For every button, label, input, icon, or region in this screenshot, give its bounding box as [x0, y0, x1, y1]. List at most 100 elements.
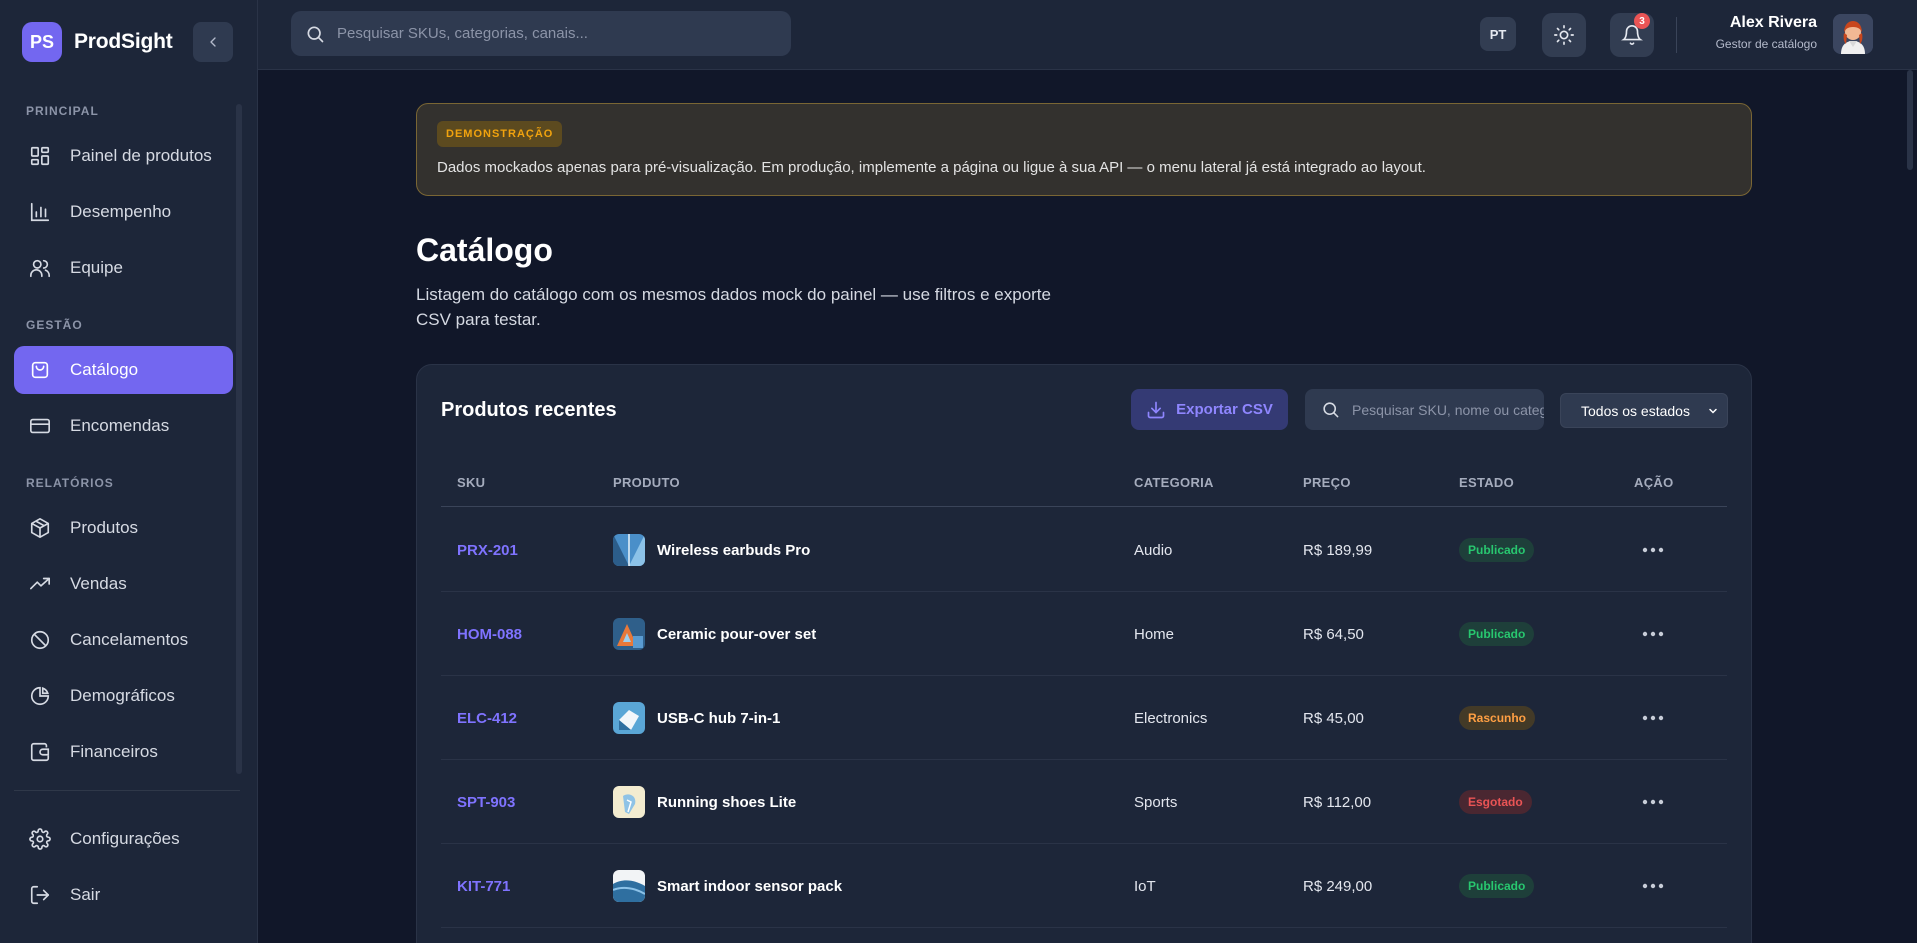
more-horizontal-icon — [1642, 799, 1664, 805]
row-actions-button[interactable] — [1642, 592, 1664, 676]
status-filter-value: Todos os estados — [1581, 402, 1690, 419]
price-cell: R$ 249,00 — [1303, 877, 1373, 895]
sidebar-scrollbar[interactable] — [236, 104, 242, 774]
status-badge: Publicado — [1459, 538, 1535, 562]
product-name: Running shoes Lite — [657, 793, 797, 811]
sidebar-item-configuracoes[interactable]: Configurações — [14, 815, 233, 863]
avatar[interactable] — [1833, 14, 1873, 54]
sidebar-item-cancelamentos[interactable]: Cancelamentos — [14, 616, 233, 664]
table-row[interactable]: KIT-771 Smart indoor sensor pack IoT R$ … — [441, 844, 1727, 928]
theme-toggle-button[interactable] — [1542, 13, 1586, 57]
row-actions-button[interactable] — [1642, 844, 1664, 928]
sku-link[interactable]: PRX-201 — [457, 542, 518, 559]
product-name: Ceramic pour-over set — [657, 625, 817, 643]
chevron-left-icon — [210, 37, 216, 47]
category-cell: Electronics — [1134, 709, 1208, 727]
card-title: Produtos recentes — [441, 399, 617, 421]
ban-icon — [28, 628, 52, 652]
sidebar-item-label: Equipe — [70, 258, 123, 277]
global-search[interactable] — [291, 11, 791, 56]
sidebar-item-label: Painel de produtos — [70, 146, 212, 165]
search-icon — [1321, 400, 1340, 419]
price-cell: R$ 112,00 — [1303, 793, 1372, 811]
table-search[interactable] — [1305, 389, 1544, 430]
export-csv-button[interactable]: Exportar CSV — [1131, 389, 1288, 430]
table-row[interactable]: PRX-201 Wireless earbuds Pro Audio R$ 18… — [441, 508, 1727, 592]
page-description: Listagem do catálogo com os mesmos dados… — [416, 285, 1051, 329]
product-name: USB-C hub 7-in-1 — [657, 709, 781, 727]
sidebar-item-financeiros[interactable]: Financeiros — [14, 728, 233, 776]
more-horizontal-icon — [1642, 547, 1664, 553]
column-header-sku[interactable]: SKU — [457, 475, 485, 490]
table-row[interactable]: ELC-412 USB-C hub 7-in-1 Electronics R$ … — [441, 676, 1727, 760]
sidebar-item-produtos[interactable]: Produtos — [14, 504, 233, 552]
trending-up-icon — [28, 572, 52, 596]
sidebar-item-desempenho[interactable]: Desempenho — [14, 188, 233, 236]
sku-link[interactable]: KIT-771 — [457, 878, 510, 895]
column-header-status[interactable]: ESTADO — [1459, 475, 1514, 490]
export-csv-label: Exportar CSV — [1176, 401, 1273, 418]
page-scrollbar[interactable] — [1907, 70, 1913, 170]
recent-products-card: Produtos recentes Exportar CSV Todos os … — [416, 364, 1752, 943]
dashboard-icon — [28, 144, 52, 168]
table-row[interactable]: HOM-088 Ceramic pour-over set Home R$ 64… — [441, 592, 1727, 676]
sidebar-item-equipe[interactable]: Equipe — [14, 244, 233, 292]
more-horizontal-icon — [1642, 715, 1664, 721]
product-name: Wireless earbuds Pro — [657, 541, 811, 559]
wallet-icon — [28, 740, 52, 764]
sidebar-item-label: Encomendas — [70, 416, 170, 435]
section-label-gestao: GESTÃO — [26, 318, 83, 332]
users-icon — [28, 256, 52, 280]
sidebar-item-vendas[interactable]: Vendas — [14, 560, 233, 608]
sku-link[interactable]: SPT-903 — [457, 794, 515, 811]
product-name: Smart indoor sensor pack — [657, 877, 843, 895]
credit-card-icon — [28, 414, 52, 438]
user-menu[interactable]: Alex Rivera Gestor de catálogo — [1716, 14, 1817, 51]
bar-chart-icon — [28, 200, 52, 224]
language-button[interactable]: PT — [1480, 17, 1516, 51]
search-icon — [305, 24, 325, 44]
product-thumbnail — [613, 534, 645, 566]
sidebar-item-painel[interactable]: Painel de produtos — [14, 132, 233, 180]
table-search-input[interactable] — [1352, 401, 1544, 418]
product-thumbnail — [613, 618, 645, 650]
sidebar-item-catalogo[interactable]: Catálogo — [14, 346, 233, 394]
sidebar-item-sair[interactable]: Sair — [14, 871, 233, 919]
collapse-sidebar-button[interactable] — [193, 22, 233, 62]
sidebar-item-label: Produtos — [70, 518, 139, 537]
user-name: Alex Rivera — [1729, 14, 1817, 31]
notifications-button[interactable]: 3 — [1610, 13, 1654, 57]
column-header-price[interactable]: PREÇO — [1303, 475, 1351, 490]
sun-icon — [1554, 25, 1574, 45]
package-icon — [28, 516, 52, 540]
product-thumbnail — [613, 702, 645, 734]
row-actions-button[interactable] — [1642, 508, 1664, 592]
sidebar-item-label: Configurações — [70, 829, 180, 848]
price-cell: R$ 45,00 — [1303, 709, 1364, 727]
sku-link[interactable]: ELC-412 — [457, 710, 517, 727]
category-cell: IoT — [1134, 877, 1156, 895]
status-badge: Publicado — [1459, 874, 1535, 898]
more-horizontal-icon — [1642, 631, 1664, 637]
row-actions-button[interactable] — [1642, 760, 1664, 844]
topbar: PT 3 Alex Rivera Gestor de catálogo — [258, 0, 1917, 70]
row-actions-button[interactable] — [1642, 676, 1664, 760]
pie-chart-icon — [28, 684, 52, 708]
column-header-category[interactable]: CATEGORIA — [1134, 475, 1214, 490]
demo-text: Dados mockados apenas para pré-visualiza… — [437, 159, 1426, 176]
sku-link[interactable]: HOM-088 — [457, 626, 522, 643]
product-thumbnail — [613, 870, 645, 902]
brand[interactable]: PS ProdSight — [22, 22, 173, 62]
user-role: Gestor de catálogo — [1715, 37, 1817, 51]
category-cell: Home — [1134, 625, 1175, 643]
column-header-product[interactable]: PRODUTO — [613, 475, 680, 490]
sidebar-item-demograficos[interactable]: Demográficos — [14, 672, 233, 720]
sidebar-item-label: Vendas — [70, 574, 127, 593]
brand-logo: PS — [22, 22, 62, 62]
status-filter-select[interactable]: Todos os estados — [1560, 393, 1728, 428]
sidebar-item-encomendas[interactable]: Encomendas — [14, 402, 233, 450]
sidebar: PS ProdSight PRINCIPAL Painel de produto… — [0, 0, 258, 943]
category-cell: Audio — [1134, 541, 1173, 559]
global-search-input[interactable] — [337, 25, 791, 42]
table-row[interactable]: SPT-903 Running shoes Lite Sports R$ 112… — [441, 760, 1727, 844]
